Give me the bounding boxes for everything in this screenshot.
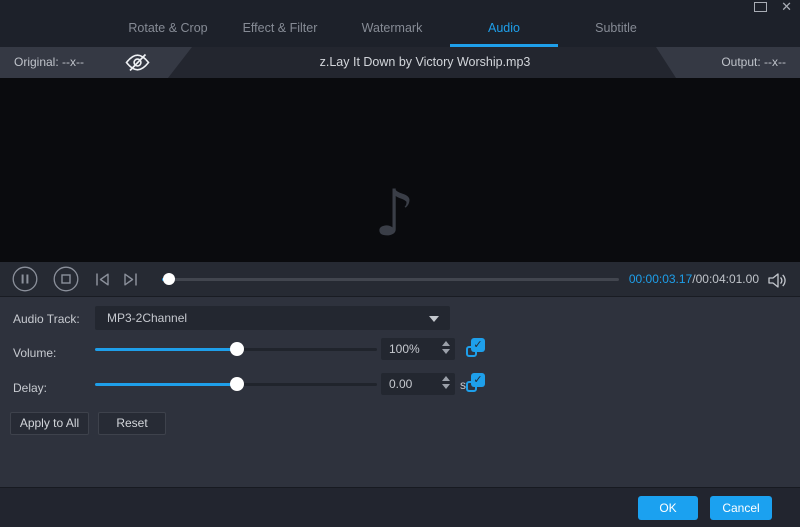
volume-spinners bbox=[442, 341, 450, 354]
volume-value: 100% bbox=[389, 338, 420, 360]
tab-rotate-crop[interactable]: Rotate & Crop bbox=[112, 16, 224, 47]
progress-track bbox=[162, 278, 619, 281]
music-note-icon: ♪ bbox=[374, 182, 415, 246]
eye-off-icon[interactable] bbox=[124, 52, 151, 73]
delay-spinners bbox=[442, 376, 450, 389]
audio-track-value: MP3-2Channel bbox=[107, 306, 187, 330]
spinner-up-icon[interactable] bbox=[442, 376, 450, 381]
spinner-up-icon[interactable] bbox=[442, 341, 450, 346]
volume-slider-thumb[interactable] bbox=[230, 342, 244, 356]
checkbox-check-icon bbox=[471, 373, 485, 387]
volume-apply-checkbox[interactable] bbox=[466, 338, 485, 357]
preview-area: ♪ bbox=[0, 78, 800, 262]
tab-audio[interactable]: Audio bbox=[448, 16, 560, 47]
volume-slider[interactable] bbox=[95, 341, 377, 357]
delay-slider-fill bbox=[95, 383, 237, 386]
reset-button[interactable]: Reset bbox=[98, 412, 166, 435]
close-icon[interactable]: ✕ bbox=[781, 0, 792, 13]
audio-track-label: Audio Track: bbox=[13, 312, 80, 326]
delay-slider[interactable] bbox=[95, 376, 377, 392]
window-controls: ✕ bbox=[754, 0, 792, 13]
player-bar: 00:00:03.17/00:04:01.00 bbox=[0, 262, 800, 296]
title-tab-bar: ✕ Rotate & Crop Effect & Filter Watermar… bbox=[0, 0, 800, 47]
next-frame-icon[interactable] bbox=[122, 272, 139, 287]
media-filename: z.Lay It Down by Victory Worship.mp3 bbox=[200, 47, 650, 78]
spinner-down-icon[interactable] bbox=[442, 349, 450, 354]
checkbox-check-icon bbox=[471, 338, 485, 352]
original-resolution-label: Original: --x-- bbox=[14, 47, 84, 78]
previous-frame-icon[interactable] bbox=[94, 272, 111, 287]
tab-watermark[interactable]: Watermark bbox=[336, 16, 448, 47]
playback-progress-slider[interactable] bbox=[162, 272, 619, 286]
tab-bar: Rotate & Crop Effect & Filter Watermark … bbox=[0, 16, 792, 47]
audio-settings-panel: Audio Track: MP3-2Channel Volume: 100% D… bbox=[0, 296, 800, 487]
time-display: 00:00:03.17/00:04:01.00 bbox=[629, 272, 759, 286]
spinner-down-icon[interactable] bbox=[442, 384, 450, 389]
footer-bar: OK Cancel bbox=[0, 487, 800, 527]
stop-button[interactable] bbox=[53, 266, 79, 292]
tab-effect-filter[interactable]: Effect & Filter bbox=[224, 16, 336, 47]
audio-edit-window: ✕ Rotate & Crop Effect & Filter Watermar… bbox=[0, 0, 800, 527]
speaker-volume-icon[interactable] bbox=[767, 272, 788, 289]
delay-apply-checkbox[interactable] bbox=[466, 373, 485, 392]
preview-header-bar: Original: --x-- z.Lay It Down by Victory… bbox=[0, 47, 800, 78]
cancel-button[interactable]: Cancel bbox=[710, 496, 772, 520]
chevron-down-icon bbox=[429, 316, 439, 322]
ok-button[interactable]: OK bbox=[638, 496, 698, 520]
audio-track-select[interactable]: MP3-2Channel bbox=[95, 306, 450, 330]
pause-button[interactable] bbox=[12, 266, 38, 292]
total-duration: 00:04:01.00 bbox=[696, 272, 759, 286]
volume-slider-fill bbox=[95, 348, 237, 351]
elapsed-time: 00:00:03.17 bbox=[629, 272, 692, 286]
output-resolution-panel: Output: --x-- bbox=[656, 47, 800, 78]
maximize-icon[interactable] bbox=[754, 2, 767, 12]
output-resolution-label: Output: --x-- bbox=[721, 47, 786, 78]
original-resolution-panel: Original: --x-- bbox=[0, 47, 192, 78]
apply-to-all-button[interactable]: Apply to All bbox=[10, 412, 89, 435]
delay-value: 0.00 bbox=[389, 373, 412, 395]
delay-input[interactable]: 0.00 bbox=[381, 373, 455, 395]
delay-label: Delay: bbox=[13, 381, 47, 395]
progress-thumb[interactable] bbox=[163, 273, 175, 285]
delay-slider-thumb[interactable] bbox=[230, 377, 244, 391]
volume-input[interactable]: 100% bbox=[381, 338, 455, 360]
tab-subtitle[interactable]: Subtitle bbox=[560, 16, 672, 47]
volume-label: Volume: bbox=[13, 346, 56, 360]
